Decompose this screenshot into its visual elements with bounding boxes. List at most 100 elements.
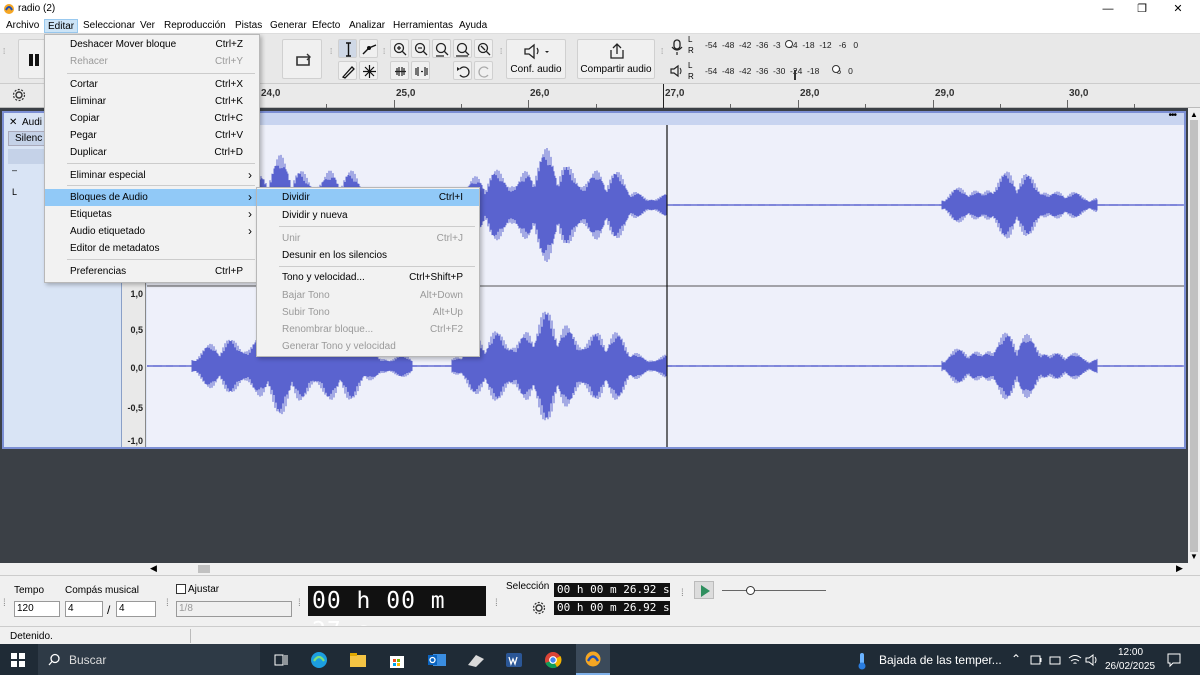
clip-menu-button[interactable]: •••: [1168, 110, 1176, 121]
multi-tool-button[interactable]: [359, 61, 378, 80]
clip-header[interactable]: •••: [147, 110, 1184, 125]
edit-menu-item[interactable]: Eliminar especial ›: [45, 167, 259, 184]
tempo-input[interactable]: 120: [14, 601, 60, 617]
taskbar-search-box[interactable]: Buscar: [38, 644, 260, 675]
rec-level-slider[interactable]: [785, 40, 793, 48]
edit-menu-item[interactable]: Pegar Ctrl+V: [45, 127, 259, 144]
word-icon[interactable]: [505, 651, 523, 669]
clock-time[interactable]: 12:00: [1118, 647, 1143, 658]
zoom-in-button[interactable]: [390, 39, 409, 58]
clips-menu-item[interactable]: Generar Tono y velocidad: [257, 338, 479, 355]
time-display[interactable]: 00 h 00 m 27 s: [308, 586, 486, 644]
selection-end[interactable]: 00 h 00 m 26.92 s: [554, 601, 670, 615]
zoom-out-button[interactable]: [411, 39, 430, 58]
battery-icon[interactable]: [1030, 654, 1042, 666]
fit-selection-button[interactable]: [432, 39, 451, 58]
silence-button[interactable]: [411, 61, 430, 80]
edit-menu-item[interactable]: Bloques de Audio ›: [45, 189, 259, 206]
clips-menu-item[interactable]: Tono y velocidad... Ctrl+Shift+P: [257, 269, 479, 286]
meter-numerator-input[interactable]: 4: [65, 601, 103, 617]
clips-menu-item[interactable]: Subir Tono Alt+Up: [257, 304, 479, 321]
edge-icon[interactable]: [310, 651, 328, 669]
wifi-icon[interactable]: [1068, 653, 1082, 667]
menu-pistas[interactable]: Pistas: [232, 19, 265, 33]
clips-menu-item[interactable]: Bajar Tono Alt+Down: [257, 287, 479, 304]
onedrive-icon[interactable]: [1049, 654, 1061, 666]
meter-denominator-select[interactable]: 4: [116, 601, 156, 617]
menu-ver[interactable]: Ver: [137, 19, 158, 33]
notifications-icon[interactable]: [1166, 652, 1182, 668]
loop-button[interactable]: [282, 39, 322, 79]
play-speed-track[interactable]: [722, 590, 826, 591]
menu-editar[interactable]: Editar: [44, 19, 79, 33]
selection-start[interactable]: 00 h 00 m 26.92 s: [554, 583, 670, 597]
clips-menu-item[interactable]: Renombrar bloque... Ctrl+F2: [257, 321, 479, 338]
task-view-icon[interactable]: [273, 652, 289, 668]
playback-speaker-icon[interactable]: [669, 63, 685, 79]
menu-ayuda[interactable]: Ayuda: [456, 19, 490, 33]
edit-menu-item[interactable]: Copiar Ctrl+C: [45, 110, 259, 127]
play-speed-slider[interactable]: [746, 586, 755, 595]
chrome-icon[interactable]: [544, 651, 562, 669]
draw-tool-button[interactable]: [338, 61, 357, 80]
play-at-speed-button[interactable]: [694, 581, 714, 599]
envelope-tool-button[interactable]: [359, 39, 378, 58]
clips-menu-item[interactable]: Dividir Ctrl+I: [257, 189, 479, 206]
track-close-icon[interactable]: ✕: [9, 117, 17, 128]
tray-chevron-icon[interactable]: ⌃: [1011, 652, 1021, 666]
edit-menu-item[interactable]: Audio etiquetado ›: [45, 223, 259, 240]
weather-text[interactable]: Bajada de las temper...: [879, 653, 1002, 667]
clips-menu-item[interactable]: Unir Ctrl+J: [257, 230, 479, 247]
clock-date[interactable]: 26/02/2025: [1105, 661, 1155, 672]
edit-menu-item[interactable]: Preferencias Ctrl+P: [45, 263, 259, 280]
selection-settings-icon[interactable]: [532, 601, 546, 615]
outlook-icon[interactable]: [427, 651, 447, 669]
edit-menu-item[interactable]: Etiquetas ›: [45, 206, 259, 223]
menu-generar[interactable]: Generar: [267, 19, 310, 33]
windows-start-icon[interactable]: [11, 653, 25, 667]
edit-menu-item[interactable]: Cortar Ctrl+X: [45, 76, 259, 93]
edit-menu-item[interactable]: Rehacer Ctrl+Y: [45, 53, 259, 70]
menu-herramientas[interactable]: Herramientas: [390, 19, 456, 33]
vertical-scrollbar[interactable]: ▲ ▼: [1188, 108, 1200, 563]
microphone-icon[interactable]: [669, 38, 685, 56]
app-icon[interactable]: [466, 651, 486, 669]
toolbar-grip[interactable]: ⁞: [3, 48, 7, 89]
store-icon[interactable]: [388, 651, 406, 669]
clips-menu-item[interactable]: Dividir y nueva: [257, 207, 479, 224]
fit-project-button[interactable]: [453, 39, 472, 58]
share-audio-button[interactable]: Compartir audio: [577, 39, 655, 79]
zoom-toggle-button[interactable]: [474, 39, 493, 58]
menu-analizar[interactable]: Analizar: [346, 19, 388, 33]
menu-reproduccion[interactable]: Reproducción: [161, 19, 229, 33]
mute-button[interactable]: Silenc: [8, 131, 48, 146]
undo-button[interactable]: [453, 61, 472, 80]
clips-menu-item[interactable]: Desunir en los silencios: [257, 247, 479, 264]
thermometer-icon[interactable]: [856, 652, 868, 670]
horizontal-scrollbar[interactable]: ◀ ▶: [0, 563, 1188, 575]
close-button[interactable]: ✕: [1158, 0, 1198, 18]
edit-menu-item[interactable]: Eliminar Ctrl+K: [45, 93, 259, 110]
menu-archivo[interactable]: Archivo: [3, 19, 42, 33]
play-level-slider[interactable]: [832, 65, 840, 73]
snap-select[interactable]: 1/8: [176, 601, 292, 617]
gear-icon[interactable]: [12, 88, 26, 102]
volume-icon[interactable]: [1085, 653, 1099, 667]
trim-button[interactable]: [390, 61, 409, 80]
edit-menu-item[interactable]: Duplicar Ctrl+D: [45, 144, 259, 161]
audio-setup-button[interactable]: Conf. audio: [506, 39, 566, 79]
file-explorer-icon[interactable]: [349, 651, 367, 669]
selection-tool-button[interactable]: [338, 39, 357, 58]
solo-button[interactable]: [8, 149, 48, 164]
horizontal-scroll-thumb[interactable]: [198, 565, 210, 573]
vertical-scroll-thumb[interactable]: [1190, 120, 1198, 552]
track-name[interactable]: Audi: [22, 117, 42, 128]
maximize-button[interactable]: ❐: [1122, 0, 1162, 18]
menu-seleccionar[interactable]: Seleccionar: [80, 19, 138, 33]
audacity-taskbar-button[interactable]: [576, 644, 610, 675]
snap-checkbox[interactable]: [176, 584, 186, 594]
edit-menu-item[interactable]: Editor de metadatos: [45, 240, 259, 257]
menu-efecto[interactable]: Efecto: [309, 19, 343, 33]
edit-menu-item[interactable]: Deshacer Mover bloque Ctrl+Z: [45, 36, 259, 53]
redo-button[interactable]: [474, 61, 493, 80]
